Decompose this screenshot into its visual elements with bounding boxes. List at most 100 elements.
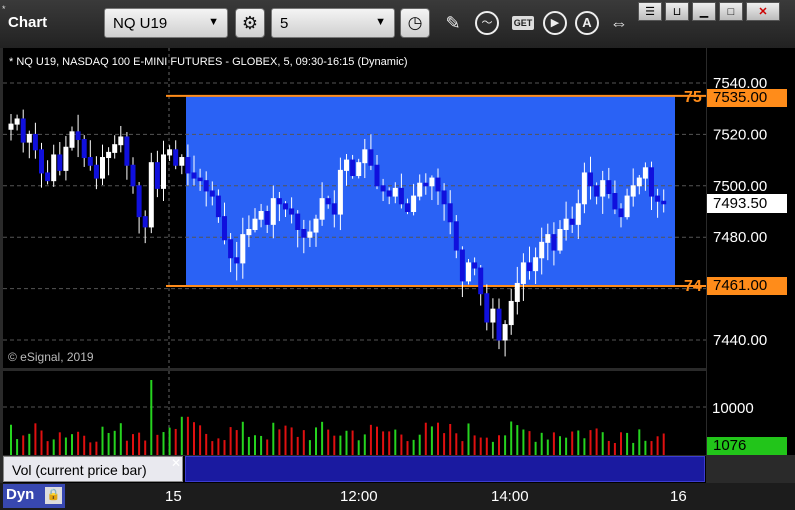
candle-body [618,208,624,218]
candle-body [93,164,99,179]
studies-button[interactable]: 〜 [474,10,500,36]
candle-body [173,149,179,166]
candle-body [636,177,642,187]
candle-body [106,151,112,159]
volume-study-label[interactable]: Vol (current price bar) [3,456,183,482]
candle-body [100,157,105,179]
symbol-select[interactable]: NQ U19 ▼ [104,8,228,38]
candle-body [429,177,435,187]
minimize-button[interactable]: ▁ [692,2,716,21]
alert-a-icon: A [575,11,599,35]
dock-button[interactable]: ⊔ [665,2,689,21]
candle-body [380,185,386,192]
candle-body [197,177,203,182]
candle-body [484,293,490,323]
candle-body [234,257,240,264]
candle-body [545,234,551,243]
dynamic-mode-button[interactable]: Dyn 🔒 [3,484,65,508]
candle-body [655,195,661,202]
settings-gear-button[interactable]: ⚙ [235,8,265,38]
current-price-value: 7493.50 [713,195,768,212]
candle-body [649,167,654,197]
candle-body [502,324,508,341]
close-study-icon[interactable]: ✕ [171,456,181,470]
time-button[interactable]: ◷ [400,8,430,38]
app-menu-icon[interactable]: * [2,4,6,14]
volume-chart-area[interactable] [3,371,706,455]
candle-body [374,164,380,187]
gear-icon: ⚙ [241,12,259,33]
candle-body [87,157,93,166]
candle-body [51,154,57,182]
time-label-15: 15 [165,488,182,505]
candle-body [161,154,166,189]
chevron-down-icon: ▼ [208,16,219,28]
candle-body [362,149,368,164]
menu-button[interactable]: ☰ [638,2,662,21]
pencil-icon: ✎ [445,12,461,33]
candle-body [222,216,227,241]
get-button[interactable]: GET [508,10,538,36]
volume-tick-label: 10000 [712,400,754,417]
draw-pencil-button[interactable]: ✎ [440,10,466,36]
price-axis[interactable]: 7540.007520.007500.007480.007460.007440.… [707,48,795,455]
candle-body [496,308,502,341]
candle-body [75,131,81,141]
candle-body [264,211,270,225]
replay-button[interactable]: ▶ [542,10,568,36]
candle-body [630,185,636,197]
candle-body [563,218,569,230]
toolbar: * Chart NQ U19 ▼ ⚙ 5 ▼ ◷ ✎ 〜 GET ▶ A ⇔ ☰… [0,0,795,48]
candle-body [270,198,276,225]
candle-body [167,149,173,156]
candle-body [508,300,514,326]
candle-body [569,218,575,225]
candle-body [472,262,478,269]
price-chart-area[interactable] [3,48,706,368]
candle-body [289,208,295,215]
candle-body [344,159,349,171]
candle-body [588,172,593,187]
maximize-button[interactable]: □ [719,2,743,21]
lower-level-short-label: 74 [684,278,702,295]
price-tick-label: 7500.00 [713,178,767,195]
candle-body [392,187,398,197]
candle-body [478,267,484,295]
menu-icon: ☰ [645,6,655,18]
copyright: © eSignal, 2019 [8,350,94,364]
candle-body [533,257,539,272]
candle-body [246,228,252,236]
price-tick-label: 7480.00 [713,229,767,246]
current-price-tag: 7493.50 [707,194,787,213]
candle-body [301,228,307,238]
price-tick-label: 7440.00 [713,332,767,349]
window-title: Chart [8,14,48,31]
minimize-icon: ▁ [699,6,709,18]
volume-current-value: 1076 [713,437,747,454]
candle-body [612,193,618,210]
time-label-16: 16 [670,488,687,505]
candle-body [466,262,471,282]
candle-body [606,180,612,195]
interval-select[interactable]: 5 ▼ [271,8,395,38]
alert-button[interactable]: A [574,10,600,36]
interval-value: 5 [280,15,289,32]
candle-body [295,213,301,230]
close-icon: ✕ [758,6,768,18]
chart-window: * Chart NQ U19 ▼ ⚙ 5 ▼ ◷ ✎ 〜 GET ▶ A ⇔ ☰… [0,0,795,510]
candle-body [386,190,392,197]
play-icon: ▶ [543,11,567,35]
candle-body [228,239,234,259]
candle-body [20,118,26,143]
close-button[interactable]: ✕ [746,2,780,21]
candle-body [313,218,319,233]
time-label-1400: 14:00 [491,488,529,505]
volume-current-tag: 1076 [707,437,787,455]
candle-body [185,157,191,174]
candle-body [368,149,374,166]
maximize-icon: □ [727,5,735,18]
link-button[interactable]: ⇔ [606,10,632,36]
candle-body [551,234,557,251]
candle-body [575,203,581,225]
candle-body [39,149,44,174]
